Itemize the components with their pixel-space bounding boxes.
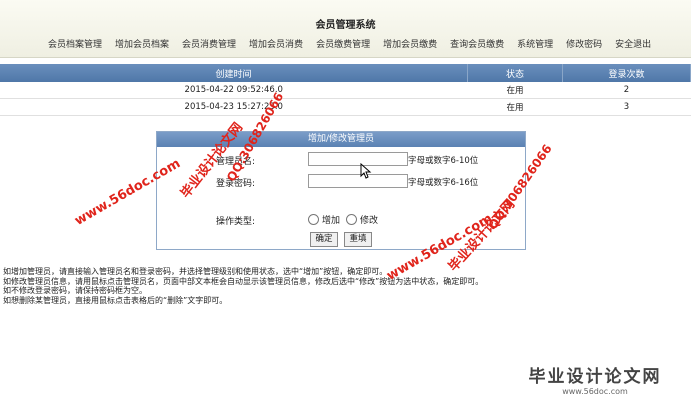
nav-change-password[interactable]: 修改密码 xyxy=(566,37,602,50)
table-row[interactable]: 2015-04-23 15:27:23.0 在用 3 xyxy=(0,98,691,116)
footer-brand: 毕业设计论文网 xyxy=(528,367,662,387)
help-line: 如不修改登录密码，请保持密码框为空。 xyxy=(3,286,147,295)
mouse-cursor-icon xyxy=(360,163,372,179)
password-label: 登录密码: xyxy=(215,179,255,189)
nav-add-member-consume[interactable]: 增加会员消费 xyxy=(249,37,303,50)
op-type-radio-group: 增加 修改 xyxy=(308,213,384,226)
footer-site: www.56doc.com xyxy=(562,387,628,396)
op-add-label[interactable]: 增加 xyxy=(322,213,340,226)
cell-status: 在用 xyxy=(467,82,563,99)
password-row: 登录密码: 字母或数字6-16位 xyxy=(157,174,525,190)
form-title: 增加/修改管理员 xyxy=(157,132,525,147)
app-header: 会员管理系统 会员档案管理 增加会员档案 会员消费管理 增加会员消费 会员缴费管… xyxy=(0,0,691,58)
help-text: 如增加管理员，请直接输入管理员名和登录密码，并选择管理级别和使用状态，选中“增加… xyxy=(3,267,483,305)
table-row[interactable]: 2015-04-22 09:52:46.0 在用 2 xyxy=(0,82,691,99)
username-input[interactable] xyxy=(308,152,408,166)
username-label: 管理员名: xyxy=(215,157,255,167)
op-type-label: 操作类型: xyxy=(215,217,255,227)
nav-add-member-payment[interactable]: 增加会员缴费 xyxy=(383,37,437,50)
op-add-radio[interactable] xyxy=(308,214,319,225)
help-line: 如修改管理员信息，请用鼠标点击管理员名，页面中部文本框会自动显示该管理员信息，修… xyxy=(3,276,484,286)
cell-login-count: 3 xyxy=(562,98,691,116)
password-hint: 字母或数字6-16位 xyxy=(408,178,479,188)
admin-table: 创建时间 状态 登录次数 2015-04-22 09:52:46.0 在用 2 … xyxy=(0,64,691,116)
cell-status: 在用 xyxy=(467,98,563,116)
submit-button[interactable]: 确定 xyxy=(310,232,338,247)
username-hint: 字母或数字6-10位 xyxy=(408,156,479,166)
nav-add-member-archive[interactable]: 增加会员档案 xyxy=(115,37,169,50)
cell-created-time: 2015-04-22 09:52:46.0 xyxy=(0,82,468,99)
nav-member-payment[interactable]: 会员缴费管理 xyxy=(316,37,370,50)
password-input[interactable] xyxy=(308,174,408,188)
footer-watermark: 毕业设计论文网 www.56doc.com xyxy=(505,362,685,396)
op-type-row: 操作类型: 增加 修改 xyxy=(157,212,525,228)
nav-logout[interactable]: 安全退出 xyxy=(615,37,651,50)
nav-query-member-payment[interactable]: 查询会员缴费 xyxy=(450,37,504,50)
cell-created-time: 2015-04-23 15:27:23.0 xyxy=(0,98,468,116)
col-created-time: 创建时间 xyxy=(0,64,468,82)
nav-member-archive[interactable]: 会员档案管理 xyxy=(48,37,102,50)
nav-member-consume[interactable]: 会员消费管理 xyxy=(182,37,236,50)
admin-form-panel: 增加/修改管理员 管理员名: 字母或数字6-10位 登录密码: 字母或数字6-1… xyxy=(156,131,526,250)
op-edit-label[interactable]: 修改 xyxy=(360,213,378,226)
table-header-row: 创建时间 状态 登录次数 xyxy=(0,64,691,82)
cell-login-count: 2 xyxy=(562,82,691,99)
reset-button[interactable]: 重填 xyxy=(344,232,372,247)
nav-system-manage[interactable]: 系统管理 xyxy=(517,37,553,50)
help-line: 如增加管理员，请直接输入管理员名和登录密码，并选择管理级别和使用状态，选中“增加… xyxy=(3,267,388,276)
app-title: 会员管理系统 xyxy=(315,20,376,31)
col-login-count: 登录次数 xyxy=(562,64,691,82)
col-status: 状态 xyxy=(467,64,563,82)
main-nav: 会员档案管理 增加会员档案 会员消费管理 增加会员消费 会员缴费管理 增加会员缴… xyxy=(48,37,664,50)
help-line: 如想删除某管理员，直接用鼠标点击表格后的“删除”文字即可。 xyxy=(3,295,228,305)
username-row: 管理员名: 字母或数字6-10位 xyxy=(157,152,525,168)
op-edit-radio[interactable] xyxy=(346,214,358,225)
